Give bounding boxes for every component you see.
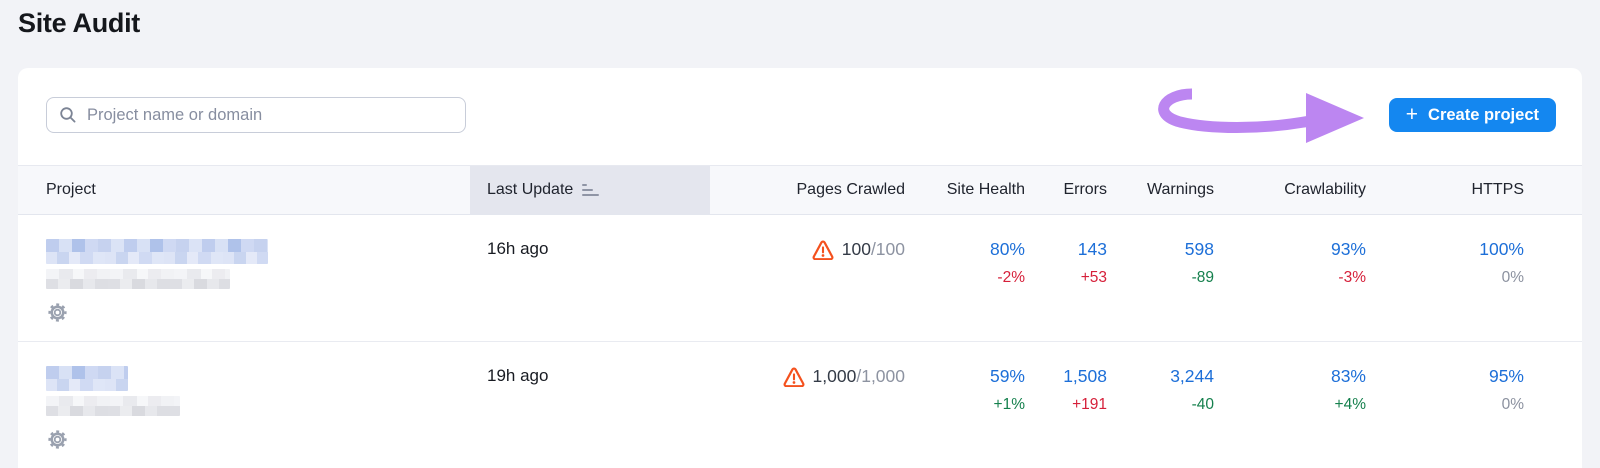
- site-health-value-link[interactable]: 59%: [990, 366, 1025, 387]
- errors-value-link[interactable]: 143: [1078, 239, 1107, 260]
- https-value-link[interactable]: 95%: [1489, 366, 1524, 387]
- errors-delta: +53: [1080, 269, 1107, 286]
- site-health-delta: +1%: [993, 396, 1025, 413]
- column-header-last-update[interactable]: Last Update: [470, 166, 710, 214]
- warnings-cell: 598 -89: [1107, 215, 1214, 341]
- warnings-value-link[interactable]: 598: [1185, 239, 1214, 260]
- project-name-link-blurred[interactable]: [46, 239, 268, 264]
- gear-icon: [48, 430, 67, 449]
- pages-crawled-value: 100/100: [841, 239, 905, 259]
- site-health-cell: 80% -2%: [905, 215, 1025, 341]
- warnings-value-link[interactable]: 3,244: [1170, 366, 1214, 387]
- toolbar: + Create project: [18, 68, 1582, 165]
- project-name-link-blurred[interactable]: [46, 366, 128, 391]
- table-row: 19h ago 1,000/1,000 59% +1% 1,508 +191 3…: [18, 341, 1582, 467]
- plus-icon: +: [1405, 102, 1419, 126]
- column-header-site-health[interactable]: Site Health: [905, 166, 1025, 214]
- last-update-cell: 19h ago: [487, 366, 549, 385]
- https-cell: 100% 0%: [1366, 215, 1582, 341]
- column-header-last-update-label: Last Update: [487, 181, 574, 198]
- search-input[interactable]: [46, 97, 466, 133]
- pages-crawled-value: 1,000/1,000: [812, 366, 905, 386]
- project-domain-blurred: [46, 396, 180, 416]
- project-settings-button[interactable]: [46, 301, 69, 324]
- pages-crawled-cell: 1,000/1,000: [710, 342, 905, 467]
- site-audit-projects-card: + Create project Project Last Update Pag…: [18, 68, 1582, 468]
- crawlability-cell: 83% +4%: [1214, 342, 1366, 467]
- create-project-button[interactable]: + Create project: [1388, 98, 1556, 132]
- warnings-cell: 3,244 -40: [1107, 342, 1214, 467]
- https-delta: 0%: [1501, 396, 1524, 413]
- page-title: Site Audit: [18, 8, 140, 38]
- site-health-cell: 59% +1%: [905, 342, 1025, 467]
- column-header-project[interactable]: Project: [18, 166, 470, 214]
- errors-cell: 1,508 +191: [1025, 342, 1107, 467]
- crawlability-value-link[interactable]: 83%: [1331, 366, 1366, 387]
- errors-delta: +191: [1072, 396, 1107, 413]
- project-settings-button[interactable]: [46, 428, 69, 451]
- gear-icon: [48, 303, 67, 322]
- crawlability-value-link[interactable]: 93%: [1331, 239, 1366, 260]
- site-health-delta: -2%: [997, 269, 1025, 286]
- errors-value-link[interactable]: 1,508: [1063, 366, 1107, 387]
- project-cell: [18, 215, 470, 341]
- pages-crawled-cell: 100/100: [710, 215, 905, 341]
- crawlability-delta: +4%: [1334, 396, 1366, 413]
- warnings-delta: -89: [1191, 269, 1214, 286]
- column-header-pages-crawled[interactable]: Pages Crawled: [710, 166, 906, 214]
- sort-icon: [582, 183, 600, 197]
- crawlability-delta: -3%: [1338, 269, 1366, 286]
- table-row: 16h ago 100/100 80% -2% 143 +53 598 -89 …: [18, 215, 1582, 341]
- https-value-link[interactable]: 100%: [1479, 239, 1524, 260]
- https-delta: 0%: [1501, 269, 1524, 286]
- column-header-https[interactable]: HTTPS: [1366, 166, 1582, 214]
- crawlability-cell: 93% -3%: [1214, 215, 1366, 341]
- table-header: Project Last Update Pages Crawled Site H…: [18, 165, 1582, 215]
- errors-cell: 143 +53: [1025, 215, 1107, 341]
- column-header-errors[interactable]: Errors: [1025, 166, 1107, 214]
- create-project-label: Create project: [1428, 105, 1539, 124]
- warning-icon: [783, 367, 805, 392]
- warnings-delta: -40: [1191, 396, 1214, 413]
- column-header-crawlability[interactable]: Crawlability: [1214, 166, 1366, 214]
- search-field-wrap: [46, 97, 466, 133]
- project-domain-blurred: [46, 269, 230, 289]
- https-cell: 95% 0%: [1366, 342, 1582, 467]
- project-cell: [18, 342, 470, 467]
- column-header-warnings[interactable]: Warnings: [1107, 166, 1214, 214]
- site-health-value-link[interactable]: 80%: [990, 239, 1025, 260]
- warning-icon: [812, 240, 834, 265]
- last-update-cell: 16h ago: [487, 239, 549, 258]
